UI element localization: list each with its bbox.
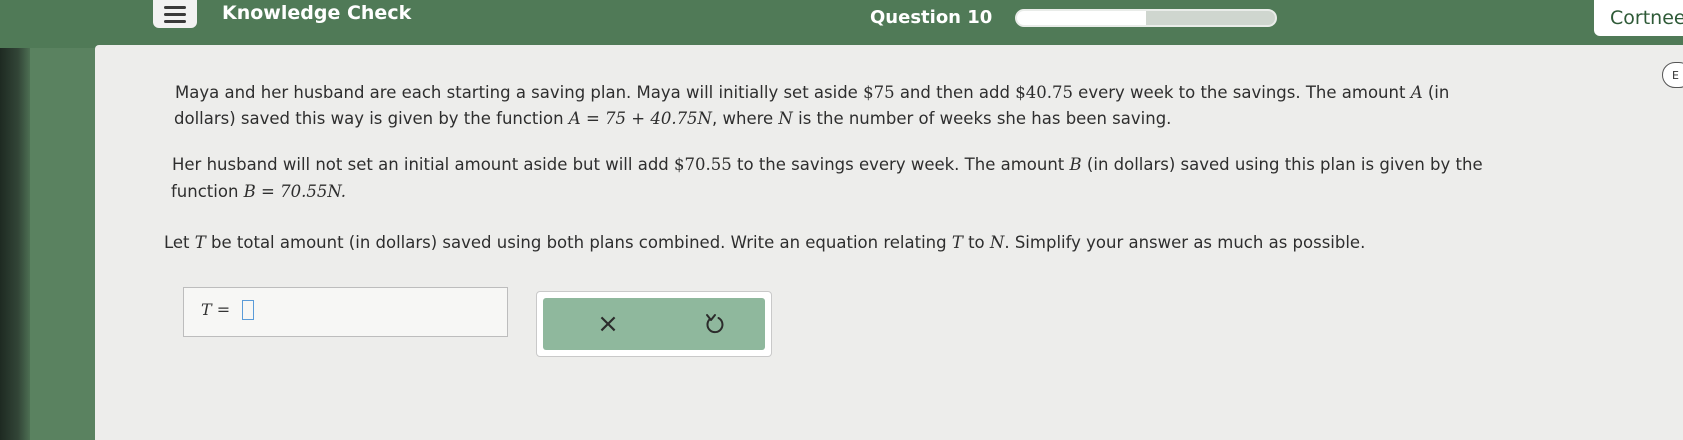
question-number: Question 10 [870, 7, 993, 28]
math-variable: N [989, 233, 1005, 252]
menu-icon [164, 5, 186, 9]
problem-instructions: Let T be total amount (in dollars) saved… [164, 227, 1365, 258]
header-bar: Knowledge Check Question 10 Cortnee [0, 0, 1683, 48]
answer-actions: × [536, 291, 772, 357]
math-function: A = 75 + 40.75N [568, 109, 712, 128]
screen-bezel [0, 0, 30, 440]
math-variable: B [1069, 155, 1082, 174]
problem-paragraph-2-line-2: function B = 70.55N. [171, 176, 346, 207]
math-variable: N [778, 109, 793, 128]
text: be total amount (in dollars) saved using… [205, 233, 952, 252]
math-amount: $70.55 [674, 155, 732, 174]
text: , where [712, 109, 779, 128]
math-variable: T [194, 233, 206, 252]
math-amount: $40.75 [1015, 83, 1073, 102]
text: dollars) saved this way is given by the … [174, 109, 569, 128]
menu-button[interactable] [153, 0, 197, 28]
math-variable: T [951, 233, 963, 252]
progress-remaining [1146, 11, 1275, 25]
math-function: B = 70.55N. [243, 182, 346, 201]
progress-fill [1017, 11, 1146, 25]
undo-icon [706, 314, 724, 334]
menu-icon-line [164, 19, 186, 23]
side-badge[interactable]: E [1662, 62, 1683, 88]
question-panel: Maya and her husband are each starting a… [95, 45, 1683, 440]
text: to the savings every week. The amount [731, 155, 1070, 174]
text: Let [164, 233, 195, 252]
answer-input[interactable]: T = [183, 287, 508, 337]
page-title: Knowledge Check [222, 2, 412, 24]
math-variable: A [1410, 83, 1423, 102]
text: and then add [894, 83, 1016, 102]
undo-button[interactable] [701, 310, 729, 338]
clear-button[interactable]: × [593, 308, 623, 340]
user-name-button[interactable]: Cortnee [1594, 0, 1683, 36]
text: . Simplify your answer as much as possib… [1004, 233, 1366, 252]
text: Her husband will not set an initial amou… [172, 155, 675, 174]
menu-icon-line [164, 12, 186, 16]
text: (in dollars) saved using this plan is gi… [1081, 155, 1483, 174]
math-amount: $75 [863, 83, 895, 102]
answer-actions-tray: × [543, 298, 765, 350]
text: Maya and her husband are each starting a… [175, 83, 864, 102]
text: to [962, 233, 990, 252]
progress-bar [1015, 9, 1277, 27]
problem-paragraph-1-line-2: dollars) saved this way is given by the … [174, 103, 1171, 134]
answer-cursor[interactable] [242, 300, 254, 320]
problem-paragraph-2-line-1: Her husband will not set an initial amou… [172, 149, 1483, 180]
text: is the number of weeks she has been savi… [792, 109, 1172, 128]
answer-label: T = [201, 300, 231, 319]
text: (in [1422, 83, 1450, 102]
text: every week to the savings. The amount [1072, 83, 1411, 102]
text: function [171, 182, 244, 201]
